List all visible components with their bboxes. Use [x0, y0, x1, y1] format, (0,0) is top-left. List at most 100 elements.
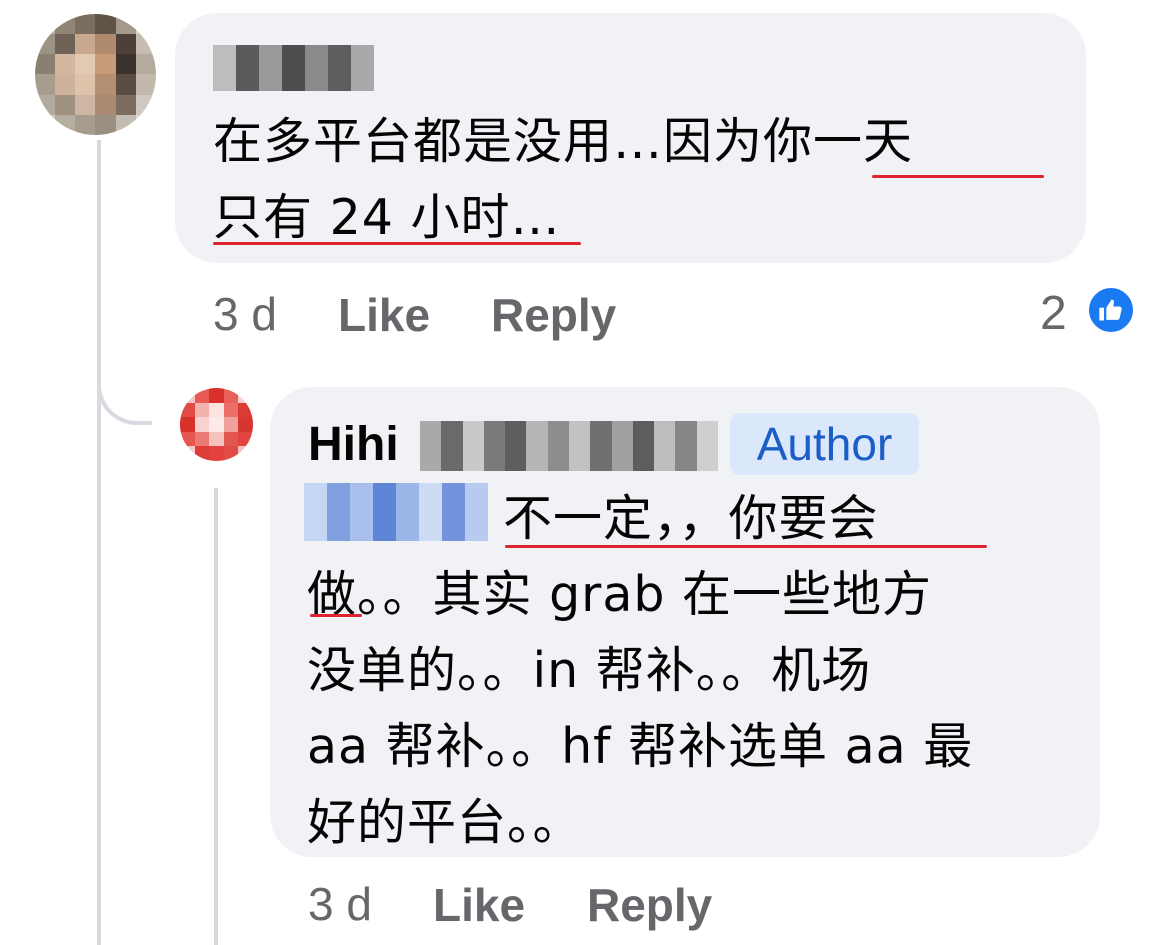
- pixel-tile: [115, 74, 136, 95]
- pixel-tile: [194, 417, 210, 432]
- pixel-tile: [115, 14, 136, 35]
- pixel-tile: [236, 45, 259, 91]
- pixel-tile: [611, 421, 633, 471]
- pixel-tile: [55, 74, 76, 95]
- pixel-tile: [95, 94, 116, 115]
- pixel-tile: [35, 114, 56, 135]
- reply-button[interactable]: Reply: [491, 287, 616, 343]
- pixel-tile: [75, 114, 96, 135]
- pixel-tile: [282, 45, 305, 91]
- pixel-tile: [505, 421, 527, 471]
- pixel-tile: [95, 114, 116, 135]
- pixel-tile: [590, 421, 612, 471]
- pixel-tile: [180, 431, 195, 447]
- blurred-commenter-name[interactable]: [213, 45, 374, 91]
- pixel-tile: [194, 388, 210, 403]
- thread-line-main: [97, 140, 101, 945]
- pixel-tile: [35, 34, 56, 55]
- pixel-tile: [238, 431, 253, 447]
- pixel-tile: [238, 402, 253, 418]
- pixel-tile: [223, 417, 239, 432]
- pixel-tile: [675, 421, 697, 471]
- avatar[interactable]: [180, 388, 253, 461]
- pixel-tile: [135, 54, 156, 75]
- pixel-tile: [35, 54, 56, 75]
- pixel-tile: [209, 417, 224, 432]
- pixel-tile: [194, 402, 210, 418]
- pixel-tile: [526, 421, 548, 471]
- pixel-tile: [115, 94, 136, 115]
- pixel-tile: [223, 431, 239, 447]
- pixel-tile: [194, 431, 210, 447]
- thread-line-elbow: [97, 380, 152, 425]
- comment-text: 在多平台都是没用…因为你一天 只有 24 小时…: [213, 113, 914, 246]
- pixel-tile: [568, 421, 591, 471]
- reaction-count[interactable]: 2: [1040, 286, 1067, 342]
- pixel-tile: [35, 14, 56, 35]
- pixel-tile: [95, 74, 116, 95]
- reply-button[interactable]: Reply: [587, 877, 712, 933]
- pixel-tile: [209, 388, 224, 403]
- pixel-tile: [55, 14, 76, 35]
- pixel-tile: [75, 94, 96, 115]
- like-button[interactable]: Like: [338, 287, 430, 343]
- blurred-author-surname[interactable]: [420, 421, 718, 471]
- pixel-tile: [180, 417, 195, 432]
- pixel-tile: [209, 402, 224, 418]
- pixel-tile: [223, 446, 239, 461]
- pixel-tile: [259, 45, 282, 91]
- pixel-tile: [223, 402, 239, 418]
- pixel-tile: [55, 94, 76, 115]
- thumbs-up-icon[interactable]: [1086, 285, 1136, 335]
- like-button[interactable]: Like: [433, 877, 525, 933]
- spellcheck-underline: [213, 242, 581, 245]
- pixel-tile: [180, 446, 195, 461]
- pixel-tile: [55, 54, 76, 75]
- pixel-tile: [135, 74, 156, 95]
- pixel-tile: [213, 45, 236, 91]
- pixel-tile: [351, 45, 374, 91]
- author-name[interactable]: Hihi: [308, 417, 399, 473]
- pixel-tile: [483, 421, 506, 471]
- pixel-tile: [462, 421, 484, 471]
- pixel-tile: [328, 45, 351, 91]
- pixel-tile: [194, 446, 210, 461]
- pixel-tile: [75, 34, 96, 55]
- comment-timestamp[interactable]: 3 d: [213, 286, 277, 342]
- pixel-tile: [115, 54, 136, 75]
- pixel-tile: [209, 446, 224, 461]
- pixel-tile: [696, 421, 718, 471]
- pixel-tile: [75, 14, 96, 35]
- thread-line-reply: [214, 488, 218, 945]
- pixel-tile: [75, 54, 96, 75]
- pixel-tile: [55, 34, 76, 55]
- reply-timestamp[interactable]: 3 d: [308, 876, 372, 932]
- pixel-tile: [180, 402, 195, 418]
- pixel-tile: [115, 114, 136, 135]
- pixel-tile: [238, 446, 253, 461]
- pixel-tile: [55, 114, 76, 135]
- pixel-tile: [135, 34, 156, 55]
- reply-text: 不一定，，你要会 做。。其实 grab 在一些地方 没单的。。in 帮补。。机场…: [307, 481, 1077, 861]
- pixel-tile: [135, 94, 156, 115]
- pixel-tile: [135, 114, 156, 135]
- pixel-tile: [95, 14, 116, 35]
- pixel-tile: [135, 14, 156, 35]
- pixel-tile: [441, 421, 463, 471]
- pixel-tile: [238, 388, 253, 403]
- pixel-tile: [35, 74, 56, 95]
- pixel-tile: [238, 417, 253, 432]
- pixel-tile: [547, 421, 569, 471]
- pixel-tile: [75, 74, 96, 95]
- avatar[interactable]: [35, 14, 156, 135]
- spellcheck-underline: [310, 614, 362, 617]
- pixel-tile: [420, 421, 442, 471]
- pixel-tile: [115, 34, 136, 55]
- thumbs-up-glyph: [1099, 299, 1122, 321]
- spellcheck-underline: [505, 545, 987, 548]
- pixel-tile: [95, 34, 116, 55]
- pixel-tile: [305, 45, 328, 91]
- pixel-tile: [95, 54, 116, 75]
- pixel-tile: [209, 431, 224, 447]
- pixel-tile: [223, 388, 239, 403]
